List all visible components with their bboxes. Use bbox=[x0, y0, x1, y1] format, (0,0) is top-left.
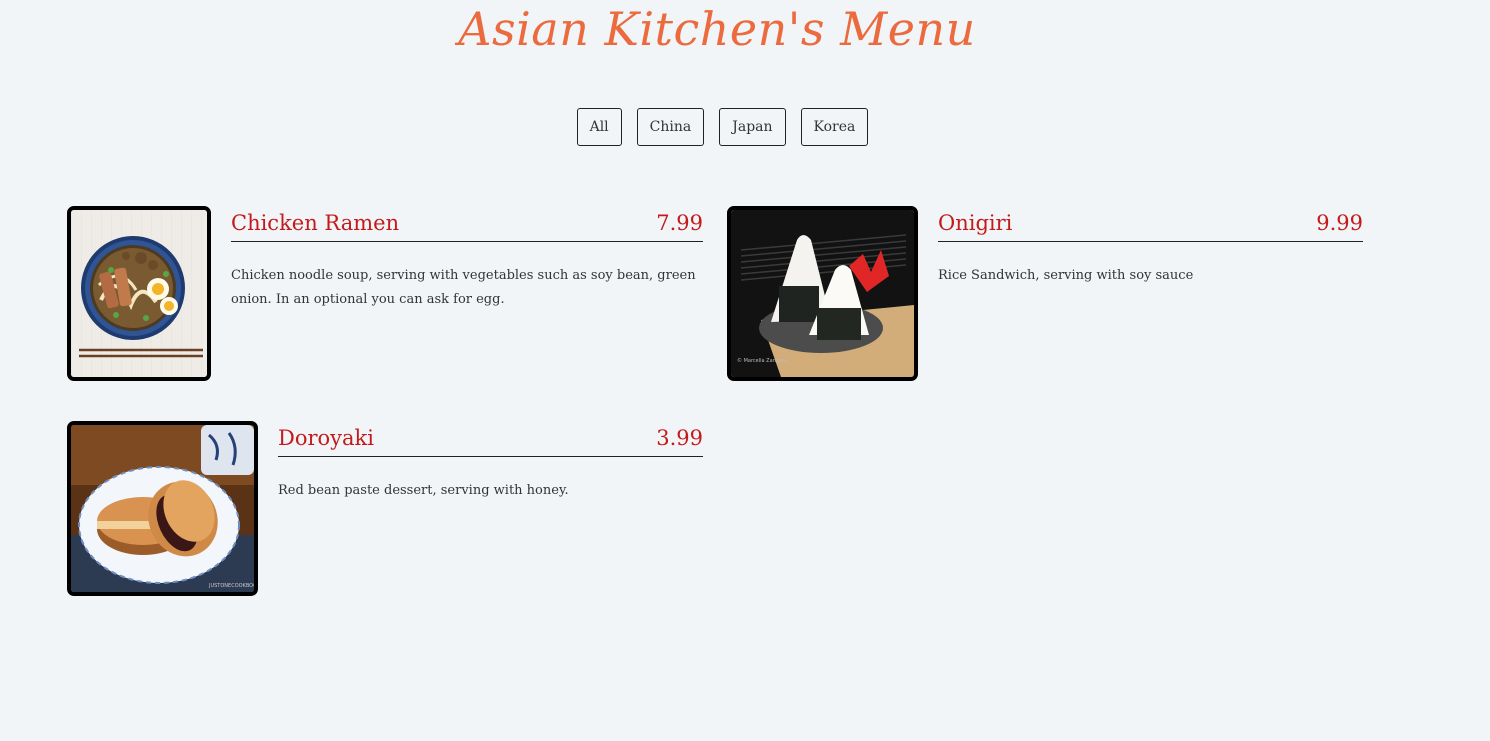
item-description: Rice Sandwich, serving with soy sauce bbox=[938, 268, 1194, 283]
item-price: 9.99 bbox=[1316, 211, 1363, 235]
chicken-ramen-info: Chicken Ramen 7.99 Chicken noodle soup, … bbox=[231, 207, 703, 312]
chicken-ramen-photo bbox=[67, 206, 211, 381]
item-header: Chicken Ramen 7.99 bbox=[231, 207, 703, 242]
item-description: Red bean paste dessert, serving with hon… bbox=[278, 483, 569, 498]
ramen-bowl-image bbox=[71, 210, 207, 377]
item-header: Onigiri 9.99 bbox=[938, 207, 1363, 242]
filter-all-button[interactable]: All bbox=[576, 108, 622, 146]
filter-korea-button[interactable]: Korea bbox=[800, 108, 869, 146]
doroyaki-info: Doroyaki 3.99 Red bean paste dessert, se… bbox=[278, 422, 703, 503]
item-name: Onigiri bbox=[938, 211, 1013, 235]
item-price: 3.99 bbox=[656, 426, 703, 450]
filter-china-button[interactable]: China bbox=[636, 108, 705, 146]
onigiri-info: Onigiri 9.99 Rice Sandwich, serving with… bbox=[938, 207, 1363, 288]
onigiri-image: © Marcella Zangara bbox=[731, 210, 914, 377]
onigiri-photo: © Marcella Zangara bbox=[727, 206, 918, 381]
item-name: Chicken Ramen bbox=[231, 211, 400, 235]
item-header: Doroyaki 3.99 bbox=[278, 422, 703, 457]
doroyaki-photo: JUSTONECOOKBOOK bbox=[67, 421, 258, 596]
svg-text:© Marcella Zangara: © Marcella Zangara bbox=[737, 357, 787, 364]
item-name: Doroyaki bbox=[278, 426, 374, 450]
doroyaki-image: JUSTONECOOKBOOK bbox=[71, 425, 254, 592]
item-price: 7.99 bbox=[656, 211, 703, 235]
item-description: Chicken noodle soup, serving with vegeta… bbox=[231, 268, 696, 307]
category-filter-bar: All China Japan Korea bbox=[0, 108, 1445, 146]
svg-text:JUSTONECOOKBOOK: JUSTONECOOKBOOK bbox=[208, 583, 254, 589]
page-title: Asian Kitchen's Menu bbox=[458, 2, 976, 56]
filter-japan-button[interactable]: Japan bbox=[719, 108, 786, 146]
